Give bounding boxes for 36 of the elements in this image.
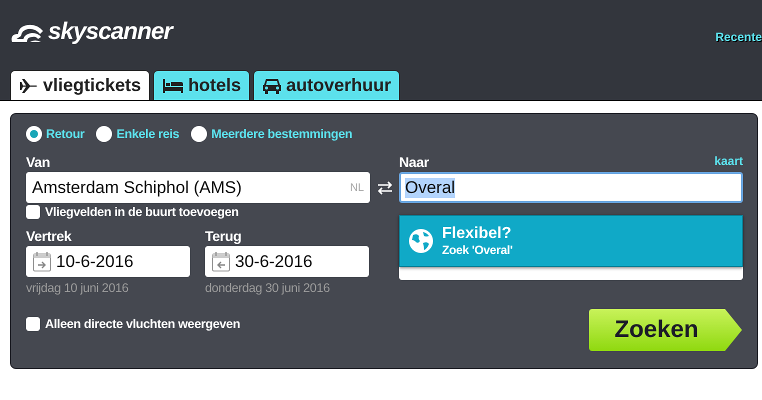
radio-button[interactable]: [191, 126, 208, 142]
date-caption: vrijdag 10 juni 2016: [26, 281, 130, 295]
globe-icon: [408, 228, 434, 254]
calendar-icon: [32, 251, 52, 272]
swap-icon[interactable]: [376, 181, 392, 195]
calendar-icon: [211, 251, 231, 272]
radio-button[interactable]: [96, 126, 112, 142]
bed-icon: [162, 78, 184, 94]
suggestion-title: Flexibel?: [442, 225, 512, 243]
tab[interactable]: vliegtickets: [10, 70, 150, 100]
checkbox[interactable]: [26, 317, 40, 331]
field-label: Vertrek: [26, 228, 72, 244]
destination-field[interactable]: Overal: [399, 172, 743, 203]
tab[interactable]: autoverhuur: [253, 70, 400, 100]
suggestion-subtitle: Zoek 'Overal': [442, 243, 513, 257]
date-field[interactable]: 10-6-2016: [26, 246, 190, 277]
date-caption: donderdag 30 juni 2016: [205, 281, 331, 295]
tab[interactable]: hotels: [153, 70, 250, 100]
map-link[interactable]: kaart: [714, 154, 743, 170]
field-label: Van: [26, 154, 52, 170]
field-label: Terug: [205, 228, 242, 244]
search-button[interactable]: Zoeken: [589, 309, 742, 351]
origin-field[interactable]: Amsterdam Schiphol (AMS) NL: [26, 172, 370, 203]
checkbox[interactable]: [26, 205, 40, 219]
checkbox-label: Vliegvelden in de buurt toevoegen: [45, 205, 239, 219]
header-link[interactable]: Recente: [715, 30, 762, 44]
car-icon: [262, 76, 282, 94]
plane-icon: [19, 76, 39, 94]
radio-button[interactable]: [26, 126, 42, 142]
radio-label: Meerdere bestemmingen: [211, 127, 352, 141]
checkbox-label: Alleen directe vluchten weergeven: [45, 317, 240, 331]
field-label: Naar: [399, 154, 429, 170]
radio-label: Enkele reis: [116, 127, 180, 141]
logo-text: skyscanner: [48, 18, 172, 46]
date-field[interactable]: 30-6-2016: [205, 246, 369, 277]
radio-label: Retour: [46, 127, 84, 141]
